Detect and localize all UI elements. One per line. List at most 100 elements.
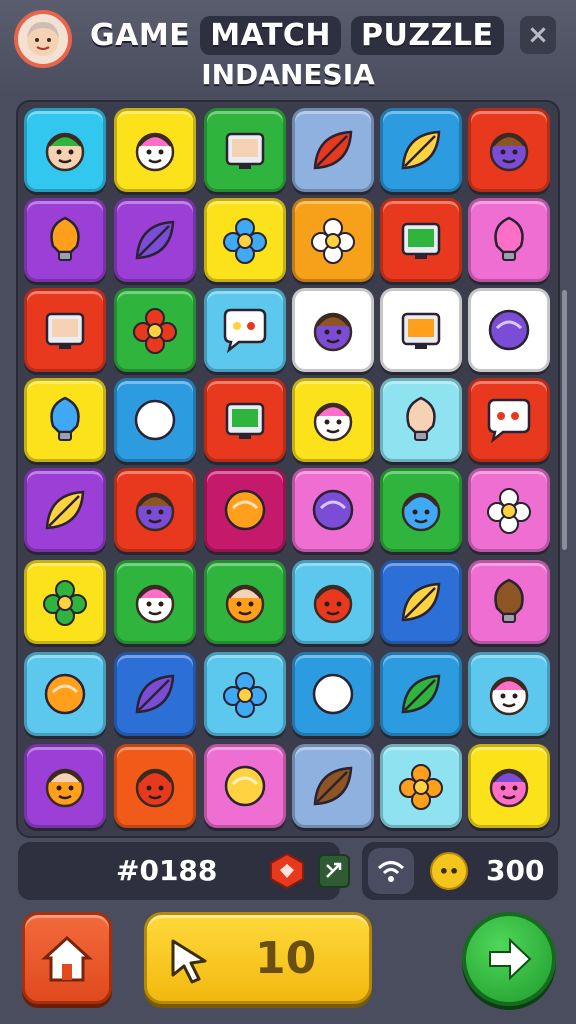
home-icon (41, 935, 93, 982)
board-tile[interactable] (292, 198, 374, 282)
board-tile[interactable] (468, 468, 550, 552)
board-tile[interactable] (380, 744, 462, 828)
board-tile[interactable] (380, 652, 462, 736)
connection-button[interactable] (368, 848, 414, 894)
seashell-icon (401, 582, 441, 622)
board-tile[interactable] (204, 288, 286, 372)
board-tile[interactable] (204, 468, 286, 552)
board-tile[interactable] (114, 468, 196, 552)
board-tile[interactable] (24, 198, 106, 282)
leaf-icon (313, 130, 353, 170)
board-tile[interactable] (380, 288, 462, 372)
board-tile[interactable] (292, 108, 374, 192)
board-tile[interactable] (468, 560, 550, 644)
board-tile[interactable] (204, 652, 286, 736)
board-tile[interactable] (114, 108, 196, 192)
hint-button[interactable]: 10 (144, 912, 372, 1004)
picture-frame-icon (401, 312, 441, 349)
board-tile[interactable] (24, 468, 106, 552)
board-tile[interactable] (292, 652, 374, 736)
board-tile[interactable] (24, 288, 106, 372)
close-icon: × (527, 20, 549, 50)
shuffle-icon[interactable] (318, 854, 350, 888)
red-drop-icon (494, 578, 524, 623)
grandma-face-icon (27, 22, 59, 56)
board-tile[interactable] (292, 744, 374, 828)
wifi-icon (377, 861, 405, 882)
smile-face-icon (313, 584, 353, 624)
green-monster-icon (224, 489, 266, 531)
next-button[interactable] (462, 912, 556, 1006)
home-button[interactable] (22, 912, 112, 1004)
board-tile[interactable] (114, 378, 196, 462)
fox-face-icon (45, 768, 85, 808)
board-tile[interactable] (468, 108, 550, 192)
feather-icon (401, 130, 441, 170)
board-tile[interactable] (380, 560, 462, 644)
acorn-face-icon (401, 492, 441, 532)
yellow-leaf-icon (45, 490, 85, 530)
ghost-icon (134, 399, 176, 441)
board-tile[interactable] (380, 468, 462, 552)
lotus-icon (399, 764, 443, 810)
board-tile[interactable] (468, 378, 550, 462)
bottle-icon (50, 216, 80, 261)
speech-bubble-icon (487, 398, 531, 444)
mushroom-icon (312, 489, 354, 531)
cursor-hand-icon (171, 939, 207, 984)
board-tile[interactable] (292, 560, 374, 644)
title-word-puzzle: PUZZLE (351, 15, 504, 55)
board-tile[interactable] (114, 288, 196, 372)
board-tile[interactable] (24, 652, 106, 736)
board-tile[interactable] (204, 378, 286, 462)
board-tile[interactable] (204, 560, 286, 644)
coins-panel: •• 300 (362, 842, 558, 900)
board-tile[interactable] (114, 652, 196, 736)
board-tile[interactable] (292, 378, 374, 462)
board-tile[interactable] (114, 198, 196, 282)
light-bulb-icon (494, 216, 524, 261)
sun-badge-icon (487, 488, 531, 534)
house-icon (225, 132, 265, 169)
board-scrollbar[interactable] (562, 290, 567, 550)
heart-flower-icon (223, 218, 267, 264)
board-tile[interactable] (380, 378, 462, 462)
board-tile[interactable] (114, 744, 196, 828)
board-tile[interactable] (468, 288, 550, 372)
board-tile[interactable] (468, 744, 550, 828)
board-tile[interactable] (380, 198, 462, 282)
board-tile[interactable] (24, 378, 106, 462)
blue-leaf-icon (313, 766, 353, 806)
framed-map-icon (225, 402, 265, 439)
crayon-icon (135, 674, 175, 714)
board-tile[interactable] (468, 652, 550, 736)
board-tile[interactable] (204, 108, 286, 192)
board-tile[interactable] (24, 744, 106, 828)
close-button[interactable]: × (520, 16, 556, 54)
level-number: #0188 (116, 854, 218, 887)
board-tile[interactable] (292, 468, 374, 552)
green-balloon-icon (406, 396, 436, 441)
board-tile[interactable] (24, 108, 106, 192)
chat-bubble-icon (223, 308, 267, 354)
red-hexagon-icon[interactable] (268, 852, 306, 890)
board-tile[interactable] (292, 288, 374, 372)
coin-count: 300 (486, 854, 545, 887)
mask-face-icon (489, 676, 529, 716)
monitor-icon (45, 312, 85, 349)
pencil-icon (135, 220, 175, 260)
board-tile[interactable] (468, 198, 550, 282)
board-tile[interactable] (380, 108, 462, 192)
tulip-icon (43, 580, 87, 626)
fox-arrow-icon (224, 765, 266, 807)
board-tile[interactable] (24, 560, 106, 644)
title-word-game: GAME (90, 17, 191, 53)
cat-head-icon (135, 768, 175, 808)
board-tile[interactable] (204, 198, 286, 282)
title-word-match: MATCH (200, 15, 342, 55)
board-tile[interactable] (204, 744, 286, 828)
cherry-icon (312, 673, 354, 715)
bell-flower-icon (311, 218, 355, 264)
lamp-icon (50, 396, 80, 441)
board-tile[interactable] (114, 560, 196, 644)
